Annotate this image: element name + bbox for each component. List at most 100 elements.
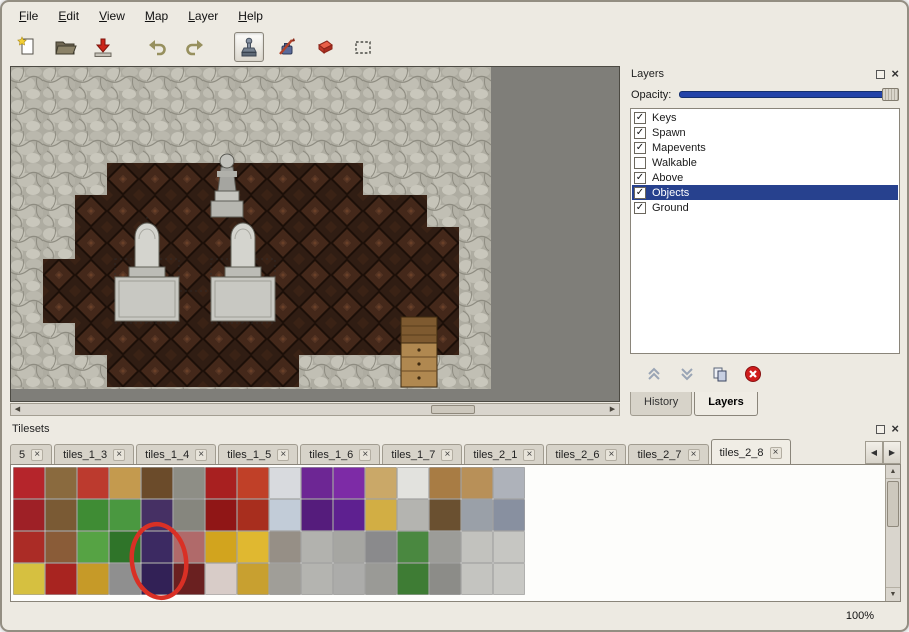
close-panel-icon[interactable]: ×: [891, 69, 899, 79]
tileset-tab-tiles_1_7[interactable]: tiles_1_7 ×: [382, 444, 462, 464]
undo-button[interactable]: [142, 32, 172, 62]
layer-checkbox[interactable]: ✓: [634, 142, 646, 154]
scrollbar-thumb[interactable]: [887, 481, 899, 527]
scrollbar-thumb[interactable]: [431, 405, 475, 414]
layer-row-objects[interactable]: ✓ Objects: [632, 185, 898, 200]
tab-label: tiles_1_6: [309, 449, 353, 461]
scroll-right-icon[interactable]: ▶: [606, 404, 619, 415]
eraser-tool-button[interactable]: [310, 32, 340, 62]
float-panel-icon[interactable]: [876, 70, 885, 79]
tileset-v-scrollbar[interactable]: ▲ ▼: [885, 465, 900, 601]
redo-button[interactable]: [180, 32, 210, 62]
tileset-grid[interactable]: [14, 468, 525, 595]
layer-label: Walkable: [652, 157, 697, 169]
layer-checkbox[interactable]: [634, 157, 646, 169]
move-layer-up-button[interactable]: [642, 363, 666, 385]
tab-label: tiles_2_8: [720, 447, 764, 459]
layer-checkbox[interactable]: ✓: [634, 172, 646, 184]
layer-label: Keys: [652, 112, 676, 124]
menu-file[interactable]: File: [10, 7, 47, 25]
menu-help[interactable]: Help: [229, 7, 272, 25]
opacity-label: Opacity:: [631, 89, 671, 101]
select-tool-button[interactable]: [348, 32, 378, 62]
layer-checkbox[interactable]: ✓: [634, 202, 646, 214]
scroll-left-icon[interactable]: ◀: [11, 404, 24, 415]
layer-checkbox[interactable]: ✓: [634, 187, 646, 199]
tab-scroll-arrows: ◀ ▶: [865, 441, 901, 464]
tileset-tab-tiles_2_6[interactable]: tiles_2_6 ×: [546, 444, 626, 464]
duplicate-layer-button[interactable]: [708, 363, 732, 385]
layer-row-mapevents[interactable]: ✓ Mapevents: [632, 140, 898, 155]
layers-panel-title: Layers: [631, 68, 876, 80]
map-canvas[interactable]: [10, 66, 620, 402]
delete-layer-button[interactable]: [741, 363, 765, 385]
tileset-tab-tiles_2_7[interactable]: tiles_2_7 ×: [628, 444, 708, 464]
layer-row-spawn[interactable]: ✓ Spawn: [632, 125, 898, 140]
scroll-up-icon[interactable]: ▲: [886, 465, 900, 479]
tab-close-icon[interactable]: ×: [31, 449, 43, 461]
scroll-down-icon[interactable]: ▼: [886, 587, 900, 601]
slider-track[interactable]: [679, 91, 897, 98]
tab-label: tiles_2_7: [637, 449, 681, 461]
layer-checkbox[interactable]: ✓: [634, 112, 646, 124]
tab-label: 5: [19, 449, 25, 461]
move-layer-down-button[interactable]: [675, 363, 699, 385]
layer-row-ground[interactable]: ✓ Ground: [632, 200, 898, 215]
layer-row-keys[interactable]: ✓ Keys: [632, 110, 898, 125]
tab-label: tiles_1_5: [227, 449, 271, 461]
tab-scroll-right-button[interactable]: ▶: [883, 441, 901, 464]
menu-layer[interactable]: Layer: [179, 7, 227, 25]
layer-row-above[interactable]: ✓ Above: [632, 170, 898, 185]
selection-rect-icon: [351, 35, 375, 59]
menu-edit[interactable]: Edit: [49, 7, 88, 25]
tileset-tab-tiles_2_1[interactable]: tiles_2_1 ×: [464, 444, 544, 464]
tileset-tab-tiles_1_5[interactable]: tiles_1_5 ×: [218, 444, 298, 464]
map-h-scrollbar[interactable]: ◀ ▶: [10, 403, 620, 416]
tab-close-icon[interactable]: ×: [277, 449, 289, 461]
fill-tool-button[interactable]: [272, 32, 302, 62]
tab-label: tiles_2_6: [555, 449, 599, 461]
stamp-tool-button[interactable]: [234, 32, 264, 62]
zoom-level: 100%: [846, 610, 874, 622]
tab-close-icon[interactable]: ×: [605, 449, 617, 461]
undo-icon: [145, 35, 169, 59]
menu-map[interactable]: Map: [136, 7, 177, 25]
tab-label: tiles_1_4: [145, 449, 189, 461]
tab-close-icon[interactable]: ×: [523, 449, 535, 461]
layer-row-walkable[interactable]: Walkable: [632, 155, 898, 170]
tilesets-dock-header: Tilesets ×: [7, 421, 904, 437]
close-panel-icon[interactable]: ×: [891, 424, 899, 434]
layer-actions: [630, 358, 900, 390]
tab-history[interactable]: History: [630, 392, 692, 416]
menu-view[interactable]: View: [90, 7, 134, 25]
tileset-tab-tiles_2_8[interactable]: tiles_2_8 ×: [711, 439, 791, 464]
cabinet-sprite: [401, 317, 437, 387]
delete-icon: [744, 365, 762, 383]
tab-layers[interactable]: Layers: [694, 392, 757, 416]
layer-checkbox[interactable]: ✓: [634, 127, 646, 139]
layers-dock-header: Layers ×: [626, 66, 904, 82]
tileset-view[interactable]: ▲ ▼: [10, 464, 901, 602]
tileset-tab-tiles_1_3[interactable]: tiles_1_3 ×: [54, 444, 134, 464]
chevron-up-icon: [646, 367, 662, 381]
tab-close-icon[interactable]: ×: [770, 447, 782, 459]
tab-scroll-left-button[interactable]: ◀: [865, 441, 883, 464]
tileset-tab-tiles_1_4[interactable]: tiles_1_4 ×: [136, 444, 216, 464]
new-file-button[interactable]: [12, 32, 42, 62]
tab-label: tiles_1_3: [63, 449, 107, 461]
float-panel-icon[interactable]: [876, 425, 885, 434]
open-file-button[interactable]: [50, 32, 80, 62]
tileset-image[interactable]: [13, 467, 533, 599]
tileset-tab-5[interactable]: 5 ×: [10, 444, 52, 464]
tab-close-icon[interactable]: ×: [113, 449, 125, 461]
slider-handle[interactable]: [882, 88, 899, 101]
copy-icon: [712, 366, 728, 382]
opacity-row: Opacity:: [631, 87, 899, 102]
opacity-slider[interactable]: [679, 88, 899, 101]
tab-close-icon[interactable]: ×: [441, 449, 453, 461]
tab-close-icon[interactable]: ×: [195, 449, 207, 461]
tab-close-icon[interactable]: ×: [688, 449, 700, 461]
save-button[interactable]: [88, 32, 118, 62]
tab-close-icon[interactable]: ×: [359, 449, 371, 461]
tileset-tab-tiles_1_6[interactable]: tiles_1_6 ×: [300, 444, 380, 464]
